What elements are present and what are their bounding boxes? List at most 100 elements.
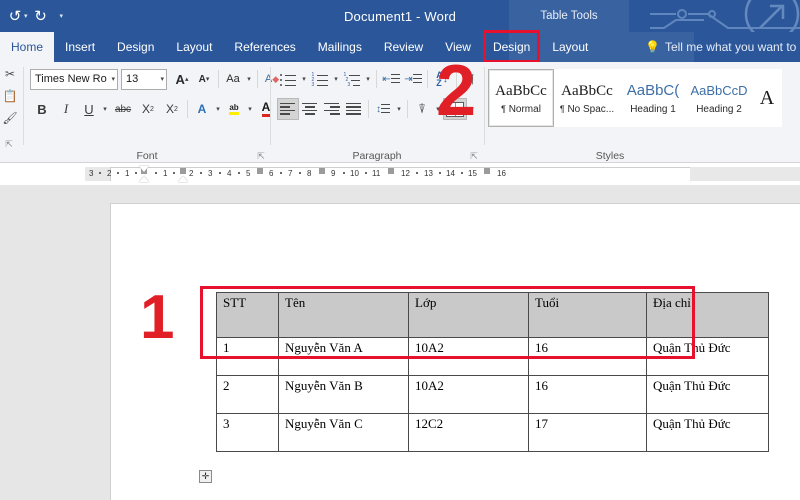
cut-icon[interactable]: ✂ xyxy=(2,66,18,82)
tell-me-search[interactable]: 💡 Tell me what you want to xyxy=(645,32,796,62)
ruler-dot xyxy=(238,172,240,174)
ruler-right-margin-marker[interactable] xyxy=(484,168,490,174)
ruler-marker[interactable] xyxy=(180,168,186,174)
multilevel-list-dropdown-icon[interactable]: ▾ xyxy=(363,75,373,83)
align-left-icon[interactable] xyxy=(277,98,299,120)
table-cell[interactable]: Nguyễn Văn A xyxy=(279,338,409,376)
highlight-dropdown-icon[interactable]: ▾ xyxy=(245,105,255,113)
clipboard-dialog-launcher-icon[interactable]: ⇱ xyxy=(4,139,14,149)
table-cell[interactable]: Quận Thủ Đức xyxy=(647,338,769,376)
table-cell[interactable]: 17 xyxy=(529,414,647,452)
table-header-cell[interactable]: Tên xyxy=(279,293,409,338)
ruler-page-area xyxy=(110,167,690,181)
text-effects-dropdown-icon[interactable]: ▾ xyxy=(213,105,223,113)
document-page[interactable]: STT Tên Lớp Tuổi Địa chỉ 1 Nguyễn Văn A … xyxy=(110,203,800,500)
table-tools-label: Table Tools xyxy=(509,0,629,32)
numbering-dropdown-icon[interactable]: ▾ xyxy=(331,75,341,83)
line-spacing-icon[interactable]: ↕ xyxy=(372,98,394,120)
font-size-dropdown-icon[interactable]: ▾ xyxy=(157,75,164,83)
ruler-dot xyxy=(365,172,367,174)
font-name-box[interactable]: Times New Ro ▾ xyxy=(30,69,118,90)
text-effects-icon[interactable]: A xyxy=(191,98,213,120)
tab-table-design[interactable]: Design xyxy=(482,32,541,62)
align-center-icon[interactable] xyxy=(299,98,321,120)
table-cell[interactable]: Quận Thủ Đức xyxy=(647,376,769,414)
table-move-handle-icon[interactable]: ✛ xyxy=(199,470,212,483)
ruler-marker[interactable] xyxy=(319,168,325,174)
tab-references[interactable]: References xyxy=(223,32,306,62)
bullets-icon[interactable] xyxy=(277,68,299,90)
font-group: Times New Ro ▾ 13 ▾ A▴ A▾ Aa ▾ xyxy=(24,62,270,163)
change-case-dropdown-icon[interactable]: ▾ xyxy=(244,75,254,83)
tab-mailings[interactable]: Mailings xyxy=(307,32,373,62)
first-line-indent-marker[interactable] xyxy=(139,166,149,172)
shrink-font-icon[interactable]: A▾ xyxy=(193,68,215,90)
table-cell[interactable]: Quận Thủ Đức xyxy=(647,414,769,452)
superscript-icon[interactable]: X2 xyxy=(160,98,184,120)
bullets-dropdown-icon[interactable]: ▾ xyxy=(299,75,309,83)
multilevel-list-icon[interactable]: 1 2 3 xyxy=(341,68,363,90)
style-heading-2[interactable]: AaBbCcD Heading 2 xyxy=(686,69,752,127)
style-heading-1[interactable]: AaBbC( Heading 1 xyxy=(620,69,686,127)
table-cell[interactable]: 10A2 xyxy=(409,376,529,414)
style-normal[interactable]: AaBbCc ¶ Normal xyxy=(488,69,554,127)
style-heading-2-sample: AaBbCcD xyxy=(690,81,747,101)
table-cell[interactable]: 2 xyxy=(217,376,279,414)
font-dialog-launcher-icon[interactable]: ⇱ xyxy=(256,151,266,161)
highlight-color-icon[interactable]: ab xyxy=(223,98,245,120)
increase-indent-icon[interactable]: ⇥ xyxy=(402,68,424,90)
tab-table-layout[interactable]: Layout xyxy=(541,32,599,62)
table-row[interactable]: 3 Nguyễn Văn C 12C2 17 Quận Thủ Đức xyxy=(217,414,769,452)
table-header-row[interactable]: STT Tên Lớp Tuổi Địa chỉ xyxy=(217,293,769,338)
table-cell[interactable]: 10A2 xyxy=(409,338,529,376)
hanging-indent-marker[interactable] xyxy=(139,176,149,182)
numbering-icon[interactable]: 1 2 3 xyxy=(309,68,331,90)
format-painter-icon[interactable]: 🖌 xyxy=(2,110,18,126)
decrease-indent-icon[interactable]: ⇤ xyxy=(380,68,402,90)
table-header-cell[interactable]: STT xyxy=(217,293,279,338)
ribbon-tabs: Home Insert Design Layout References Mai… xyxy=(0,32,599,62)
underline-icon[interactable]: U xyxy=(78,98,100,120)
ruler-dot xyxy=(299,172,301,174)
paragraph-dialog-launcher-icon[interactable]: ⇱ xyxy=(469,151,479,161)
tab-home[interactable]: Home xyxy=(0,32,54,62)
table-cell[interactable]: 16 xyxy=(529,338,647,376)
table-header-cell[interactable]: Tuổi xyxy=(529,293,647,338)
subscript-icon[interactable]: X2 xyxy=(136,98,160,120)
tab-review[interactable]: Review xyxy=(373,32,434,62)
grow-font-icon[interactable]: A▴ xyxy=(171,68,193,90)
table-cell[interactable]: 16 xyxy=(529,376,647,414)
table-header-cell[interactable]: Lớp xyxy=(409,293,529,338)
copy-icon[interactable]: 📋 xyxy=(2,88,18,104)
underline-dropdown-icon[interactable]: ▾ xyxy=(100,105,110,113)
align-right-icon[interactable] xyxy=(321,98,343,120)
tab-insert[interactable]: Insert xyxy=(54,32,106,62)
left-indent-marker[interactable] xyxy=(178,176,188,182)
ruler-marker[interactable] xyxy=(388,168,394,174)
tab-layout[interactable]: Layout xyxy=(165,32,223,62)
shading-icon[interactable]: ⍒ xyxy=(411,98,433,120)
line-spacing-dropdown-icon[interactable]: ▾ xyxy=(394,105,404,113)
table-cell[interactable]: 3 xyxy=(217,414,279,452)
ruler-marker[interactable] xyxy=(257,168,263,174)
italic-icon[interactable]: I xyxy=(54,98,78,120)
bold-icon[interactable]: B xyxy=(30,98,54,120)
horizontal-ruler[interactable]: 3 2 1 1 2 3 4 5 6 7 8 xyxy=(85,167,800,181)
table-cell[interactable]: 1 xyxy=(217,338,279,376)
style-no-spacing[interactable]: AaBbCc ¶ No Spac... xyxy=(554,69,620,127)
table-header-cell[interactable]: Địa chỉ xyxy=(647,293,769,338)
table-cell[interactable]: Nguyễn Văn C xyxy=(279,414,409,452)
table-cell[interactable]: Nguyễn Văn B xyxy=(279,376,409,414)
font-name-dropdown-icon[interactable]: ▾ xyxy=(108,75,115,83)
justify-icon[interactable] xyxy=(343,98,365,120)
table-row[interactable]: 2 Nguyễn Văn B 10A2 16 Quận Thủ Đức xyxy=(217,376,769,414)
style-title-partial[interactable]: A xyxy=(752,69,782,127)
strikethrough-icon[interactable]: abc xyxy=(110,98,136,120)
tab-design[interactable]: Design xyxy=(106,32,165,62)
divider xyxy=(257,70,258,88)
font-size-box[interactable]: 13 ▾ xyxy=(121,69,167,90)
table-cell[interactable]: 12C2 xyxy=(409,414,529,452)
table-row[interactable]: 1 Nguyễn Văn A 10A2 16 Quận Thủ Đức xyxy=(217,338,769,376)
change-case-icon[interactable]: Aa xyxy=(222,68,244,90)
student-table[interactable]: STT Tên Lớp Tuổi Địa chỉ 1 Nguyễn Văn A … xyxy=(216,292,769,452)
